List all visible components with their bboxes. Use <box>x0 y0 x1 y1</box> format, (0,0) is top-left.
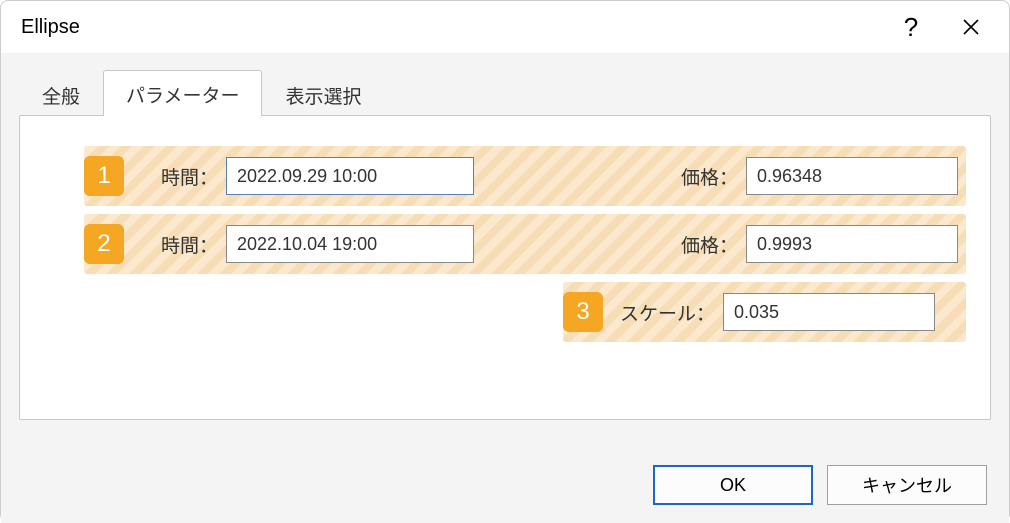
time-label-1: 時間： <box>148 163 218 190</box>
tab-display[interactable]: 表示選択 <box>262 69 384 115</box>
tab-general[interactable]: 全般 <box>19 69 103 115</box>
help-icon: ? <box>904 12 918 43</box>
time-label-2: 時間： <box>148 231 218 258</box>
price-input-1[interactable] <box>746 157 958 195</box>
price-label-2: 価格： <box>668 231 738 258</box>
tab-body: 1 時間： 価格： 2 時間： 価格： 3 スケ <box>19 115 991 420</box>
param-row-3: 3 スケール： <box>563 282 966 342</box>
help-button[interactable]: ? <box>881 1 941 53</box>
content-area: 全般 パラメーター 表示選択 1 時間： 価格： 2 時間： 価格： <box>1 53 1009 523</box>
badge-2: 2 <box>84 224 124 264</box>
tab-parameters[interactable]: パラメーター <box>103 70 262 116</box>
badge-3: 3 <box>563 292 603 332</box>
price-input-2[interactable] <box>746 225 958 263</box>
window-title: Ellipse <box>21 16 881 39</box>
scale-label: スケール： <box>615 299 715 326</box>
price-label-1: 価格： <box>668 163 738 190</box>
tab-strip: 全般 パラメーター 表示選択 <box>19 67 991 115</box>
dialog-footer: OK キャンセル <box>653 465 987 505</box>
param-row-1: 1 時間： 価格： <box>84 146 966 206</box>
close-button[interactable] <box>941 1 1001 53</box>
ok-button[interactable]: OK <box>653 465 813 505</box>
close-icon <box>962 18 980 36</box>
badge-1: 1 <box>84 156 124 196</box>
titlebar: Ellipse ? <box>1 1 1009 53</box>
time-input-1[interactable] <box>226 157 474 195</box>
cancel-button[interactable]: キャンセル <box>827 465 987 505</box>
param-row-2: 2 時間： 価格： <box>84 214 966 274</box>
time-input-2[interactable] <box>226 225 474 263</box>
scale-input[interactable] <box>723 293 935 331</box>
